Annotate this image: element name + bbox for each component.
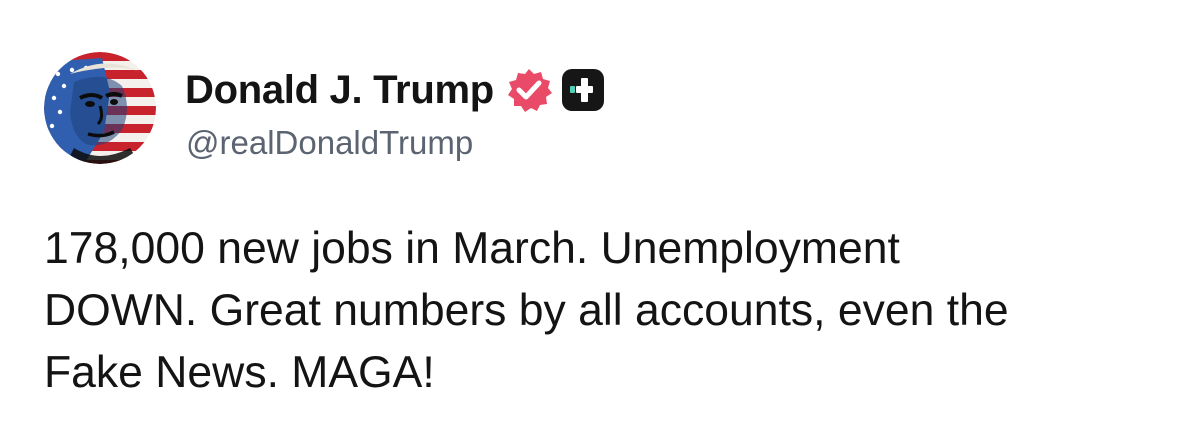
app-logo-icon	[561, 69, 604, 111]
post-body-line: DOWN. Great numbers by all accounts, eve…	[44, 286, 1009, 335]
post-body: 178,000 new jobs in March. Unemployment …	[44, 218, 1154, 404]
author-display-name[interactable]: Donald J. Trump	[185, 68, 494, 113]
verified-check-icon	[506, 67, 552, 113]
post-body-line: Fake News. MAGA!	[44, 348, 435, 397]
author-avatar[interactable]	[44, 52, 156, 164]
post-body-line: 178,000 new jobs in March. Unemployment	[44, 224, 900, 273]
avatar-image	[44, 52, 156, 164]
author-name-row: Donald J. Trump	[185, 62, 604, 118]
post-card: Donald J. Trump @realDonaldTrump 178,000…	[0, 0, 1199, 425]
author-handle[interactable]: @realDonaldTrump	[186, 124, 473, 162]
